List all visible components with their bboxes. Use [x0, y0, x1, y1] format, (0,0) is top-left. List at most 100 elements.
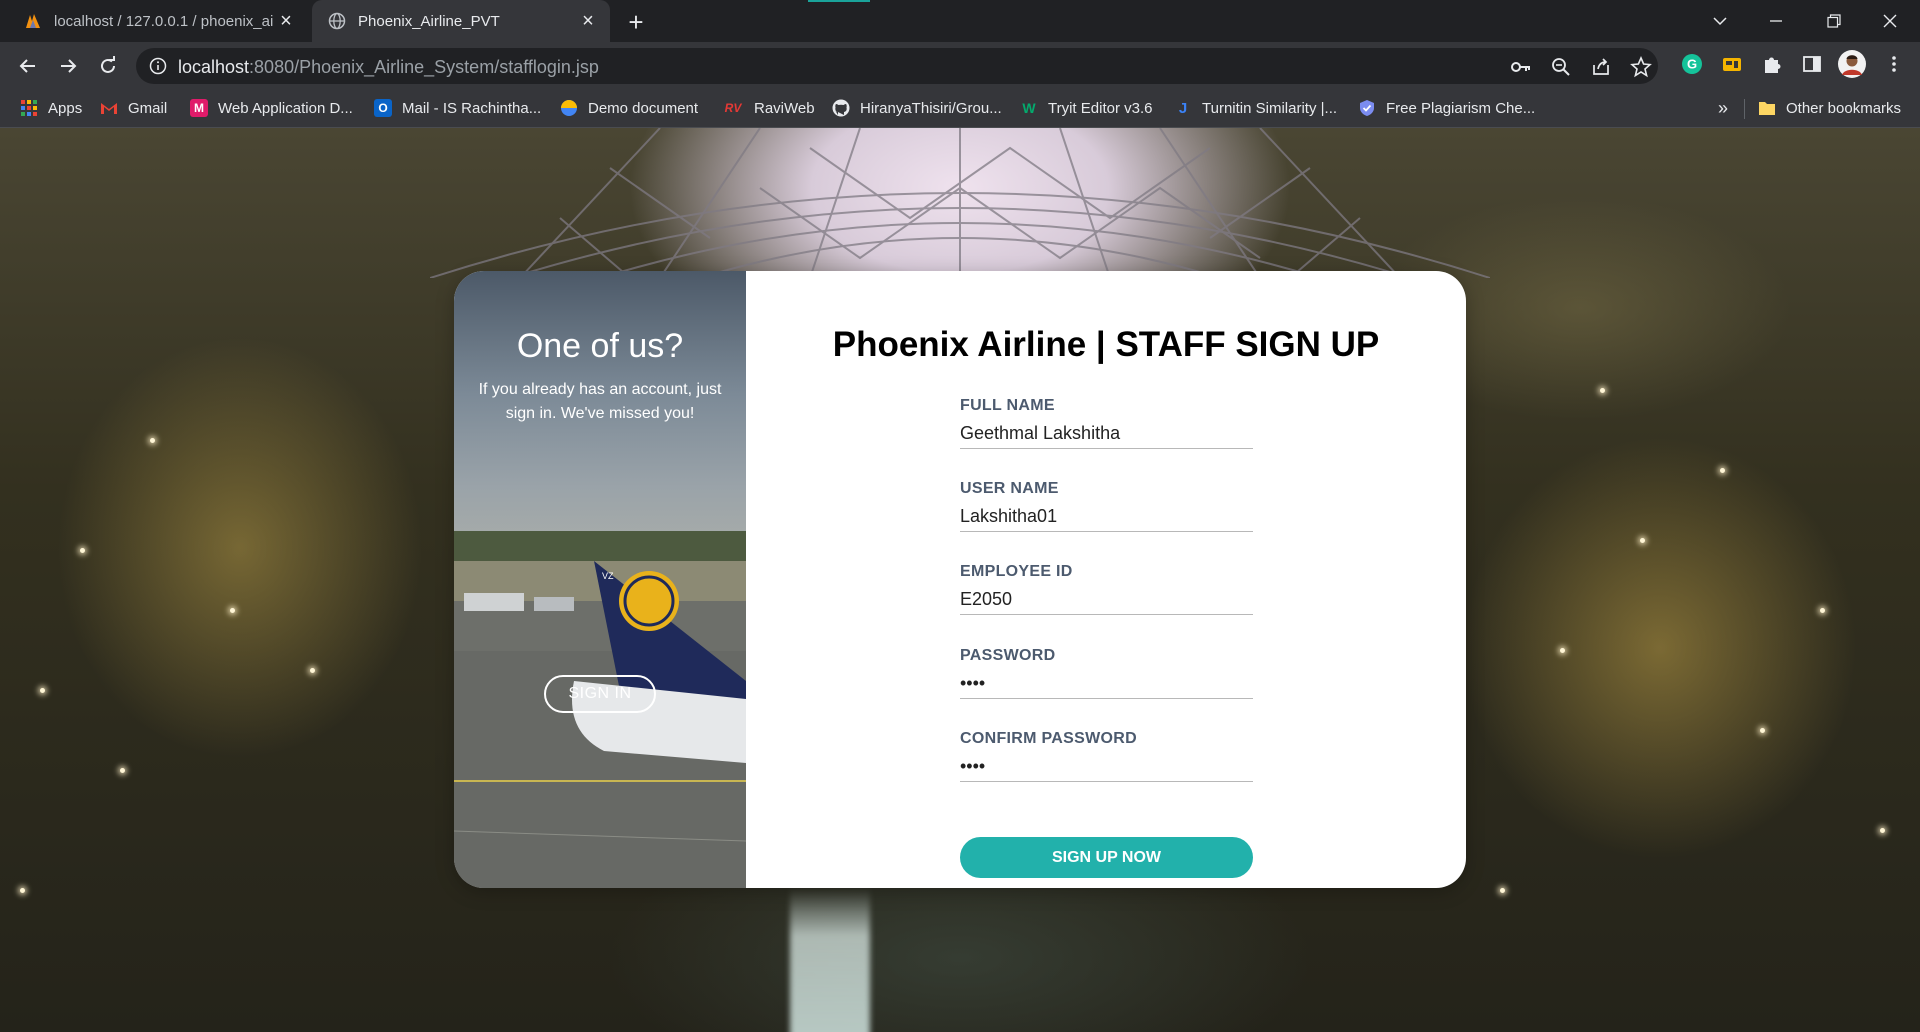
bookmark-label: Other bookmarks: [1786, 99, 1902, 117]
sign-in-panel: VZ One of us? If you already has an acco…: [454, 271, 746, 888]
menu-icon[interactable]: [1880, 50, 1908, 78]
bookmarks-overflow-button[interactable]: »: [1718, 90, 1728, 126]
bookmark-label: Gmail: [128, 99, 168, 117]
bookmark-other-bookmarks[interactable]: Other bookmarks: [1758, 90, 1901, 126]
key-icon[interactable]: [1510, 56, 1532, 78]
close-window-button[interactable]: [1862, 0, 1918, 42]
garden-light: [1560, 648, 1565, 653]
employee-id-label: EMPLOYEE ID: [960, 563, 1073, 580]
password-field: PASSWORD ••••: [960, 647, 1253, 699]
svg-text:G: G: [1687, 57, 1697, 72]
zoom-icon[interactable]: [1550, 56, 1572, 78]
m-icon: M: [190, 99, 208, 117]
glass-dome-image: [430, 128, 1490, 278]
user-name-field: USER NAME Lakshitha01: [960, 480, 1253, 532]
confirm-password-input[interactable]: ••••: [960, 754, 1253, 782]
puzzle-icon[interactable]: [1758, 50, 1786, 78]
tab-phoenix-airline[interactable]: Phoenix_Airline_PVT ×: [312, 0, 610, 42]
garden-light: [1640, 538, 1645, 543]
bookmark-mail[interactable]: O Mail - IS Rachintha...: [374, 90, 541, 126]
bookmark-tryit-editor[interactable]: W Tryit Editor v3.6: [1020, 90, 1152, 126]
tab-strip: localhost / 127.0.0.1 / phoenix_ai × Pho…: [0, 0, 1920, 42]
close-icon[interactable]: ×: [276, 10, 296, 32]
bookmarks-separator: [1744, 99, 1745, 119]
extension-icon[interactable]: [1718, 50, 1746, 78]
bookmark-demo-document[interactable]: Demo document: [560, 90, 698, 126]
garden-light: [1760, 728, 1765, 733]
new-tab-button[interactable]: +: [622, 7, 650, 37]
sign-up-button[interactable]: SIGN UP NOW: [960, 837, 1253, 878]
password-input[interactable]: ••••: [960, 671, 1253, 699]
garden-light: [40, 688, 45, 693]
bookmarks-bar: Apps Gmail M Web Application D... O Mail…: [0, 90, 1920, 128]
close-icon[interactable]: ×: [578, 10, 598, 32]
confirm-password-label: CONFIRM PASSWORD: [960, 730, 1137, 747]
w3schools-icon: W: [1022, 100, 1036, 116]
page-background: VZ One of us? If you already has an acco…: [0, 128, 1920, 1032]
form-title: Phoenix Airline | STAFF SIGN UP: [832, 325, 1380, 364]
restore-button[interactable]: [1806, 0, 1862, 42]
user-name-input[interactable]: Lakshitha01: [960, 504, 1253, 532]
tab-strip-accent: [808, 0, 870, 2]
bookmark-label: Mail - IS Rachintha...: [402, 99, 542, 117]
garden-light: [310, 668, 315, 673]
employee-id-field: EMPLOYEE ID E2050: [960, 563, 1253, 615]
apps-grid-icon: [20, 99, 38, 117]
bookmark-raviweb[interactable]: RV RaviWeb: [722, 90, 815, 126]
shield-icon: [1358, 99, 1376, 117]
garden-light: [120, 768, 125, 773]
bookmark-free-plagiarism[interactable]: Free Plagiarism Che...: [1358, 90, 1535, 126]
bookmark-label: Free Plagiarism Che...: [1386, 99, 1536, 117]
globe-icon: [328, 12, 346, 30]
full-name-field: FULL NAME Geethmal Lakshitha: [960, 397, 1253, 449]
garden-light: [1500, 888, 1505, 893]
bookmark-label: Tryit Editor v3.6: [1048, 99, 1153, 117]
bookmark-apps[interactable]: Apps: [20, 90, 82, 126]
minimize-button[interactable]: [1748, 0, 1804, 42]
bookmark-web-application[interactable]: M Web Application D...: [190, 90, 353, 126]
grammarly-icon[interactable]: G: [1678, 50, 1706, 78]
bookmark-label: HiranyaThisiri/Grou...: [860, 99, 1002, 117]
outlook-icon: O: [374, 99, 392, 117]
url-path: :8080/Phoenix_Airline_System/stafflogin.…: [249, 57, 599, 77]
avatar[interactable]: [1836, 48, 1868, 80]
overflow-chevron-icon: »: [1718, 97, 1729, 118]
side-panel-text: If you already has an account, just sign…: [478, 381, 722, 422]
star-icon[interactable]: [1630, 56, 1652, 78]
side-panel-icon[interactable]: [1798, 50, 1826, 78]
garden-light: [20, 888, 25, 893]
bookmark-label: Turnitin Similarity |...: [1202, 99, 1338, 117]
svg-text:VZ: VZ: [602, 571, 614, 581]
tab-phpmyadmin[interactable]: localhost / 127.0.0.1 / phoenix_ai ×: [8, 0, 308, 42]
info-icon[interactable]: [148, 56, 168, 76]
garden-light: [230, 608, 235, 613]
sign-in-button[interactable]: SIGN IN: [544, 675, 656, 713]
bookmark-gmail[interactable]: Gmail: [100, 90, 167, 126]
bookmark-label: Web Application D...: [218, 99, 353, 117]
forward-button[interactable]: [52, 50, 84, 82]
folder-icon: [1758, 99, 1776, 117]
garden-light: [1720, 468, 1725, 473]
tab-title: Phoenix_Airline_PVT: [358, 12, 500, 30]
reload-button[interactable]: [92, 50, 124, 82]
garden-light: [1820, 608, 1825, 613]
bookmark-turnitin[interactable]: J Turnitin Similarity |...: [1174, 90, 1337, 126]
full-name-label: FULL NAME: [960, 397, 1055, 414]
garden-light: [1600, 388, 1605, 393]
drive-icon: [560, 99, 578, 117]
bookmark-label: RaviWeb: [754, 99, 815, 117]
signup-card: VZ One of us? If you already has an acco…: [454, 271, 1466, 888]
bookmark-github[interactable]: HiranyaThisiri/Grou...: [832, 90, 1002, 126]
tab-search-icon[interactable]: [1692, 0, 1748, 42]
turnitin-icon: J: [1178, 99, 1188, 117]
full-name-input[interactable]: Geethmal Lakshitha: [960, 421, 1253, 449]
phpmyadmin-icon: [24, 12, 42, 30]
share-icon[interactable]: [1590, 56, 1612, 78]
github-icon: [832, 99, 850, 117]
address-bar[interactable]: localhost:8080/Phoenix_Airline_System/st…: [136, 48, 1658, 84]
garden-light: [80, 548, 85, 553]
gmail-icon: [100, 99, 118, 117]
back-button[interactable]: [12, 50, 44, 82]
garden-light: [1880, 828, 1885, 833]
employee-id-input[interactable]: E2050: [960, 587, 1253, 615]
